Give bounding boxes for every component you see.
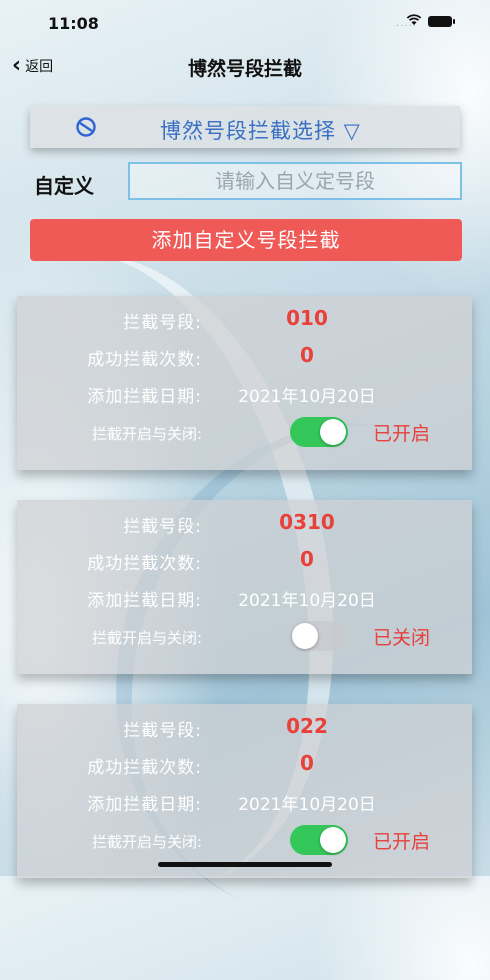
date-label: 添加拦截日期:	[87, 795, 202, 815]
wifi-icon	[406, 14, 422, 25]
segment-select-label: 博然号段拦截选择 ▽	[160, 119, 361, 143]
date-value: 2021年10月20日	[238, 387, 376, 407]
toggle-label: 拦截开启与关闭:	[91, 833, 202, 851]
battery-icon	[428, 16, 455, 27]
status-bar: 11:08 .....	[0, 0, 490, 44]
toggle-state: 已开启	[373, 423, 431, 445]
toggle-row: 拦截开启与关闭: 已关闭	[17, 621, 472, 651]
count-label: 成功拦截次数:	[87, 350, 202, 370]
toggle-row: 拦截开启与关闭: 已开启	[17, 417, 472, 447]
date-row: 添加拦截日期: 2021年10月20日	[17, 378, 472, 408]
date-label: 添加拦截日期:	[87, 387, 202, 407]
date-row: 添加拦截日期: 2021年10月20日	[17, 786, 472, 816]
segment-card: 拦截号段: 022 成功拦截次数: 0 添加拦截日期: 2021年10月20日 …	[17, 704, 472, 878]
segment-row: 拦截号段: 022	[17, 712, 472, 742]
count-label: 成功拦截次数:	[87, 554, 202, 574]
date-label: 添加拦截日期:	[87, 591, 202, 611]
date-row: 添加拦截日期: 2021年10月20日	[17, 582, 472, 612]
segment-row: 拦截号段: 0310	[17, 508, 472, 538]
segment-select-button[interactable]: 博然号段拦截选择 ▽	[30, 106, 460, 148]
toggle-knob	[320, 419, 346, 445]
segment-value: 0310	[279, 510, 335, 534]
segment-value: 010	[286, 306, 328, 330]
block-toggle-switch[interactable]	[290, 417, 348, 447]
segment-row: 拦截号段: 010	[17, 304, 472, 334]
status-time: 11:08	[48, 14, 99, 33]
block-toggle-switch[interactable]	[290, 621, 348, 651]
count-label: 成功拦截次数:	[87, 758, 202, 778]
custom-label: 自定义	[34, 174, 94, 198]
custom-segment-input[interactable]	[128, 162, 462, 200]
toggle-state: 已开启	[373, 831, 431, 853]
count-value: 0	[300, 547, 314, 571]
segment-label: 拦截号段:	[123, 313, 202, 333]
segment-value: 022	[286, 714, 328, 738]
toggle-state: 已关闭	[373, 627, 431, 649]
count-row: 成功拦截次数: 0	[17, 341, 472, 371]
count-row: 成功拦截次数: 0	[17, 545, 472, 575]
add-custom-segment-button[interactable]: 添加自定义号段拦截	[30, 219, 462, 261]
home-indicator	[158, 862, 332, 867]
block-toggle-switch[interactable]	[290, 825, 348, 855]
segment-label: 拦截号段:	[123, 517, 202, 537]
segment-label: 拦截号段:	[123, 721, 202, 741]
toggle-label: 拦截开启与关闭:	[91, 425, 202, 443]
date-value: 2021年10月20日	[238, 795, 376, 815]
date-value: 2021年10月20日	[238, 591, 376, 611]
nav-bar: ‹ 返回 博然号段拦截	[0, 48, 490, 84]
toggle-row: 拦截开启与关闭: 已开启	[17, 825, 472, 855]
toggle-knob	[320, 827, 346, 853]
segment-card: 拦截号段: 010 成功拦截次数: 0 添加拦截日期: 2021年10月20日 …	[17, 296, 472, 470]
count-row: 成功拦截次数: 0	[17, 749, 472, 779]
toggle-knob	[292, 623, 318, 649]
toggle-label: 拦截开启与关闭:	[91, 629, 202, 647]
ban-icon	[76, 117, 96, 137]
segment-card: 拦截号段: 0310 成功拦截次数: 0 添加拦截日期: 2021年10月20日…	[17, 500, 472, 674]
count-value: 0	[300, 751, 314, 775]
page-title: 博然号段拦截	[187, 58, 302, 80]
count-value: 0	[300, 343, 314, 367]
